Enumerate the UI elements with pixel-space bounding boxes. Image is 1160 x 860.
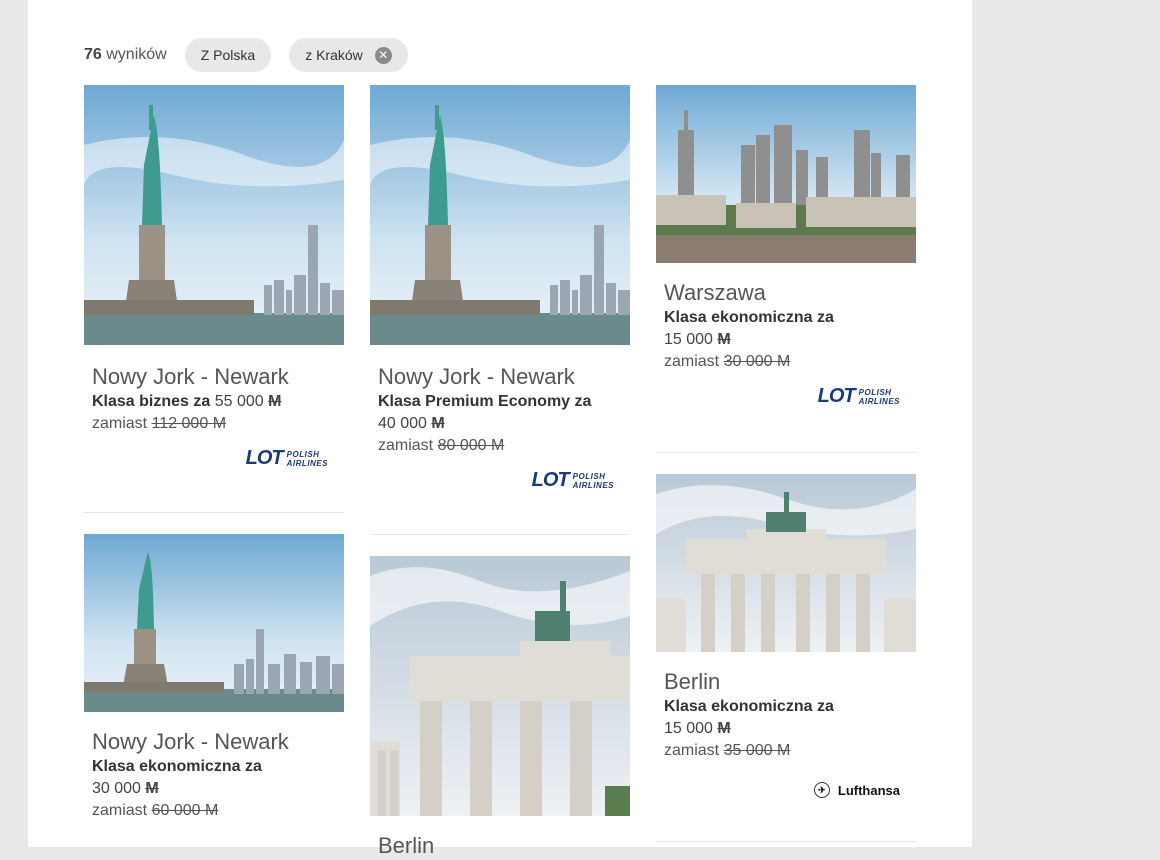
destination-name: Nowy Jork - Newark	[378, 364, 575, 389]
lufthansa-crane-icon: ✈	[813, 782, 830, 798]
original-price: zamiast 112 000 M	[92, 415, 227, 432]
destination-name: Berlin	[664, 669, 721, 694]
offer-card[interactable]: Berlin Klasa ekonomiczna za 15 000 M zam…	[656, 474, 916, 798]
destination-name: Nowy Jork - Newark	[92, 729, 289, 754]
offer-card[interactable]: Berlin	[370, 556, 630, 860]
price: 15 000 M	[664, 331, 731, 348]
destination-name: Berlin	[378, 833, 435, 858]
brandenburg-gate-image	[370, 556, 630, 816]
original-price: zamiast 30 000 M	[664, 353, 791, 370]
airline-logo: LOT POLISH AIRLINES	[245, 447, 328, 469]
offer-card[interactable]: Nowy Jork - Newark Klasa ekonomiczna za …	[84, 534, 344, 822]
price: 15 000 M	[664, 720, 731, 737]
offer-card[interactable]: Nowy Jork - Newark Klasa Premium Economy…	[370, 85, 630, 492]
filter-chip-city[interactable]: z Kraków ✕	[289, 38, 408, 72]
fare-class-line: Klasa Premium Economy za	[378, 393, 592, 410]
airline-logo: ✈ Lufthansa	[664, 782, 908, 798]
brandenburg-gate-image	[656, 474, 916, 652]
destination-name: Warszawa	[664, 280, 766, 305]
fare-class-line: Klasa ekonomiczna za	[664, 309, 834, 326]
divider	[84, 512, 344, 513]
price: 40 000 M	[378, 415, 445, 432]
statue-of-liberty-image	[84, 534, 344, 712]
fare-class-line: Klasa ekonomiczna za	[664, 698, 834, 715]
offer-card[interactable]: Nowy Jork - Newark Klasa biznes za 55 00…	[84, 85, 344, 470]
statue-of-liberty-image	[370, 85, 630, 345]
filter-bar: 76 wyników Z Polska z Kraków ✕	[84, 38, 408, 72]
airline-logo: LOT POLISH AIRLINES	[531, 469, 614, 491]
airline-logo: LOT POLISH AIRLINES	[817, 385, 900, 407]
destination-name: Nowy Jork - Newark	[92, 364, 289, 389]
results-count: 76 wyników	[84, 46, 167, 63]
statue-of-liberty-image	[84, 85, 344, 345]
divider	[656, 452, 916, 453]
fare-class-line: Klasa biznes za 55 000 M	[92, 393, 282, 410]
filter-chip-country[interactable]: Z Polska	[184, 38, 272, 72]
remove-filter-icon[interactable]: ✕	[374, 46, 392, 64]
offer-card[interactable]: Warszawa Klasa ekonomiczna za 15 000 M z…	[656, 85, 916, 408]
fare-class-line: Klasa ekonomiczna za	[92, 758, 262, 775]
original-price: zamiast 60 000 M	[92, 802, 219, 819]
divider	[370, 534, 630, 535]
divider	[656, 841, 916, 842]
price: 30 000 M	[92, 780, 159, 797]
original-price: zamiast 35 000 M	[664, 742, 791, 759]
warsaw-skyline-image	[656, 85, 916, 263]
original-price: zamiast 80 000 M	[378, 437, 505, 454]
